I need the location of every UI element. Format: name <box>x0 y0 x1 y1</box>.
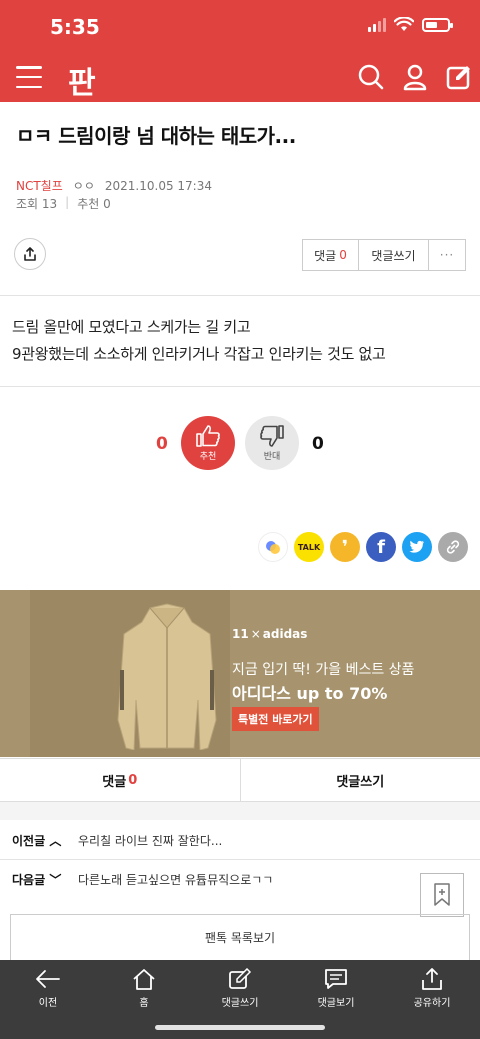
oppose-label: 반대 <box>263 452 281 462</box>
post-actions: 댓글 0 댓글쓰기 ··· <box>302 239 466 271</box>
oppose-count: 0 <box>312 434 324 454</box>
content-line: 9관왕했는데 소소하게 인라키거나 각잡고 인라키는 것도 없고 <box>12 345 386 363</box>
comment-icon <box>325 969 347 989</box>
divider: | <box>65 195 70 209</box>
next-label: 다음글 ﹀ <box>12 872 62 887</box>
user-icon[interactable] <box>400 62 430 92</box>
band-icon[interactable] <box>258 532 288 562</box>
battery-icon <box>422 17 453 32</box>
tab-label: 댓글보기 <box>317 998 355 1009</box>
bookmark-icon <box>434 883 450 906</box>
tab-label: 공유하기 <box>413 998 451 1009</box>
post-recommend: 추천 0 <box>77 197 111 211</box>
share-button[interactable] <box>14 238 46 270</box>
divider <box>0 386 480 387</box>
recommend-label: 추천 <box>199 452 217 462</box>
arrow-left-icon <box>36 970 60 988</box>
status-icons <box>368 17 453 32</box>
post-meta: NCT칠프 ㅇㅇ 2021.10.05 17:34 <box>16 177 212 194</box>
comment-tab-count: 0 <box>128 772 138 788</box>
ad-cta-button[interactable]: 특별전 바로가기 <box>232 707 319 731</box>
divider <box>0 295 480 296</box>
ad-headline: 지금 입기 딱! 가을 베스트 상품 <box>232 662 415 678</box>
sns-share: TALK ❜ f <box>258 532 468 562</box>
post-views: 조회 13 <box>16 197 58 211</box>
kakaotalk-icon[interactable]: TALK <box>294 532 324 562</box>
recommend-button[interactable]: 추천 <box>181 416 235 470</box>
write-comment-button[interactable]: 댓글쓰기 <box>359 240 429 270</box>
comment-tab-label: 댓글 <box>102 774 127 790</box>
home-icon <box>133 969 155 990</box>
top-bar: 5:35 판 <box>0 0 480 102</box>
thumbs-up-icon <box>196 425 220 447</box>
more-button[interactable]: ··· <box>429 240 465 270</box>
post-author[interactable]: NCT칠프 <box>16 177 63 194</box>
post-content: 드림 올만에 모였다고 스케가는 길 키고 9관왕했는데 소소하게 인라키거나 … <box>12 314 386 368</box>
brand-11st: 11 <box>232 627 249 641</box>
thumbs-down-icon <box>260 425 284 447</box>
post-datetime: 2021.10.05 17:34 <box>104 178 212 193</box>
post-title: ㅁㅋ 드림이랑 넘 대하는 태도가... <box>16 124 296 148</box>
jacket-image <box>117 603 217 750</box>
wifi-icon <box>394 17 414 31</box>
ad-offer: 아디다스 up to 70% <box>232 684 388 703</box>
tab-write-comment[interactable]: 댓글쓰기 <box>192 968 288 1009</box>
post-stats: 조회 13 | 추천 0 <box>16 195 111 212</box>
post-nickname: ㅇㅇ <box>72 179 95 193</box>
share-icon <box>422 968 442 990</box>
recommend-count: 0 <box>156 434 168 454</box>
tab-label: 댓글쓰기 <box>221 998 259 1009</box>
ad-brand: 11 × adidas <box>232 627 307 641</box>
write-icon[interactable] <box>444 62 474 92</box>
edit-icon <box>229 968 252 989</box>
list-button[interactable]: 팬톡 목록보기 <box>10 914 470 961</box>
tab-prev[interactable]: 이전 <box>0 968 96 1009</box>
ad-banner[interactable]: 11 × adidas 지금 입기 딱! 가을 베스트 상품 아디다스 up to … <box>0 590 480 757</box>
prev-label: 이전글 ︿ <box>12 833 62 848</box>
brand-x: × <box>250 627 261 641</box>
vote-area: 0 추천 반대 0 <box>0 416 480 472</box>
content-line: 드림 올만에 모였다고 스케가는 길 키고 <box>12 318 251 336</box>
facebook-icon[interactable]: f <box>366 532 396 562</box>
comment-button[interactable]: 댓글 0 <box>303 240 359 270</box>
section-gap <box>0 802 480 820</box>
kakaostory-icon[interactable]: ❜ <box>330 532 360 562</box>
prev-post-row[interactable]: 이전글 ︿ 우리칠 라이브 진짜 잘한다... <box>0 821 480 859</box>
tab-label: 이전 <box>38 998 58 1009</box>
prev-title[interactable]: 우리칠 라이브 진짜 잘한다... <box>78 832 222 849</box>
tab-share[interactable]: 공유하기 <box>384 968 480 1009</box>
tab-label: 홈 <box>139 998 149 1009</box>
signal-icon <box>368 17 386 32</box>
link-icon[interactable] <box>438 532 468 562</box>
bookmark-button[interactable] <box>420 873 464 917</box>
comment-tab[interactable]: 댓글 0 <box>0 759 241 801</box>
oppose-button[interactable]: 반대 <box>245 416 299 470</box>
twitter-icon[interactable] <box>402 532 432 562</box>
search-icon[interactable] <box>356 62 386 92</box>
comment-bar: 댓글 0 댓글쓰기 <box>0 758 480 802</box>
write-comment-tab[interactable]: 댓글쓰기 <box>241 759 480 801</box>
chevron-down-icon: ﹀ <box>49 872 62 887</box>
status-time: 5:35 <box>50 15 100 39</box>
home-indicator[interactable] <box>155 1025 325 1030</box>
chevron-up-icon: ︿ <box>49 833 62 848</box>
comment-count: 0 <box>339 248 347 262</box>
brand-adidas: adidas <box>262 627 308 641</box>
tab-view-comments[interactable]: 댓글보기 <box>288 968 384 1009</box>
nav-bar: 판 <box>0 52 480 102</box>
tab-home[interactable]: 홈 <box>96 968 192 1009</box>
menu-icon[interactable] <box>16 66 42 88</box>
logo[interactable]: 판 <box>68 58 96 102</box>
next-post-row[interactable]: 다음글 ﹀ 다른노래 듣고싶으면 유튭뮤직으로ㄱㄱ <box>0 860 480 898</box>
comment-label: 댓글 <box>314 248 337 263</box>
next-title[interactable]: 다른노래 듣고싶으면 유튭뮤직으로ㄱㄱ <box>78 871 273 888</box>
share-icon <box>24 247 36 261</box>
